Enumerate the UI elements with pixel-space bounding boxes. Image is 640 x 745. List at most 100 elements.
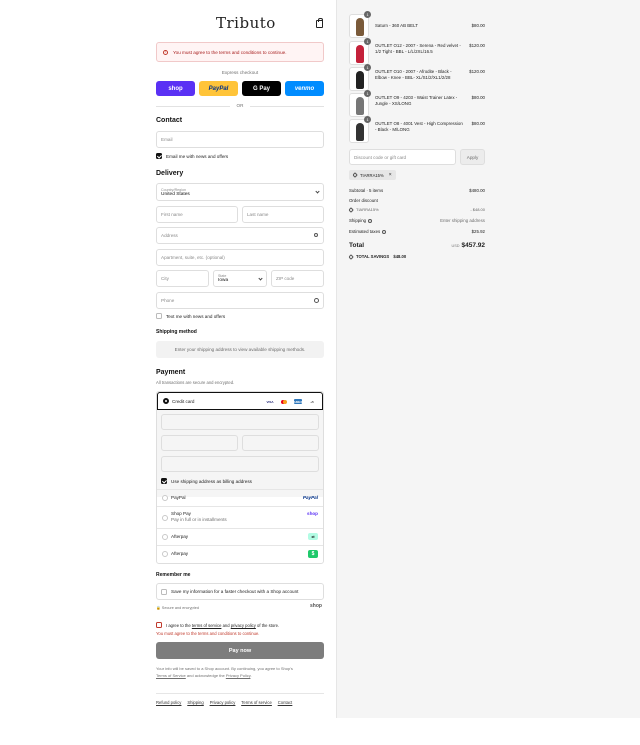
news-label: Email me with news and offers bbox=[166, 154, 229, 159]
last-name-field[interactable]: Last name bbox=[242, 206, 324, 223]
billing-same-checkbox[interactable] bbox=[161, 478, 167, 484]
shop-logo-icon: shop bbox=[310, 603, 322, 609]
express-checkout-label: Express checkout bbox=[221, 70, 259, 75]
afterpay-option-2[interactable]: Afterpay $ bbox=[157, 545, 323, 563]
name-on-card-field[interactable] bbox=[161, 456, 319, 472]
country-value: United States bbox=[161, 191, 190, 197]
city-field[interactable]: City bbox=[156, 270, 209, 287]
contact-link[interactable]: Contact bbox=[278, 700, 292, 705]
apply-button[interactable]: Apply bbox=[460, 149, 485, 165]
apartment-field[interactable]: Apartment, suite, etc. (optional) bbox=[156, 249, 324, 266]
or-divider: OR bbox=[156, 103, 324, 108]
applied-code-tag: TIARRA15% × bbox=[349, 170, 396, 180]
contact-heading: Contact bbox=[156, 117, 183, 124]
billing-same-label: Use shipping address as billing address bbox=[171, 479, 252, 484]
state-value: Iowa bbox=[218, 278, 229, 283]
shipping-link[interactable]: Shipping bbox=[187, 700, 203, 705]
remove-code-icon[interactable]: × bbox=[389, 172, 392, 178]
card-number-field[interactable] bbox=[161, 414, 319, 430]
text-offers-checkbox[interactable] bbox=[156, 313, 162, 319]
discount-code: TIARRA15% bbox=[356, 207, 379, 212]
shop-pay-option[interactable]: Shop Pay Pay in full or in installments … bbox=[157, 506, 323, 528]
phone-field[interactable]: Phone bbox=[156, 292, 324, 309]
info-icon[interactable] bbox=[368, 218, 373, 223]
save-info-option[interactable]: Save my information for a faster checkou… bbox=[156, 583, 324, 600]
paypal-label: PayPal bbox=[171, 495, 186, 500]
news-checkbox[interactable] bbox=[156, 153, 162, 159]
shipping-method-message: Enter your shipping address to view avai… bbox=[156, 341, 324, 358]
save-info-checkbox[interactable] bbox=[161, 589, 167, 595]
quantity-badge: 1 bbox=[364, 64, 371, 71]
item-name: Saturn - 360 AB BELT bbox=[375, 23, 418, 28]
shop-tos-link[interactable]: Terms of Service bbox=[156, 673, 186, 678]
expiry-field[interactable] bbox=[161, 435, 238, 451]
credit-card-radio[interactable] bbox=[163, 398, 169, 404]
subtotal-label: Subtotal · 5 items bbox=[349, 188, 384, 193]
cash-app-icon: $ bbox=[308, 550, 318, 558]
credit-card-option[interactable]: Credit card VISA AMEX +5 bbox=[157, 392, 323, 410]
save-info-label: Save my information for a faster checkou… bbox=[171, 589, 299, 594]
state-select[interactable]: State Iowa bbox=[213, 270, 267, 287]
paypal-button[interactable]: PayPal bbox=[199, 81, 238, 96]
country-select[interactable]: Country/Region United States bbox=[156, 183, 324, 201]
shop-pay-sub: Pay in full or in installments bbox=[171, 517, 227, 522]
amex-icon: AMEX bbox=[293, 399, 303, 404]
shipping-row: Shipping Enter shipping address bbox=[349, 218, 485, 223]
taxes-value: $25.92 bbox=[471, 229, 485, 234]
shop-pay-label: Shop Pay bbox=[171, 511, 191, 516]
alert-icon: ! bbox=[163, 49, 168, 55]
pay-now-button[interactable]: Pay now bbox=[156, 642, 324, 659]
terms-checkbox[interactable] bbox=[156, 622, 162, 628]
zip-field[interactable]: ZIP code bbox=[271, 270, 324, 287]
savings-value: $48.00 bbox=[393, 254, 407, 259]
credit-card-form: Use shipping address as billing address bbox=[157, 410, 323, 497]
subtotal-value: $480.00 bbox=[469, 188, 485, 193]
chevron-down-icon bbox=[258, 275, 263, 281]
shipping-label: Shipping bbox=[349, 218, 367, 223]
afterpay-option[interactable]: Afterpay ⇄ bbox=[157, 528, 323, 545]
terms-of-service-link[interactable]: Terms of service bbox=[241, 700, 271, 705]
discount-row: TIARRA15% - $48.00 bbox=[348, 207, 485, 213]
shop-pay-radio[interactable] bbox=[162, 515, 168, 521]
shop-disclaimer: Your info will be saved to a Shop accoun… bbox=[156, 666, 293, 678]
payment-methods: Credit card VISA AMEX +5 Use shipping ad… bbox=[156, 391, 324, 564]
tos-link[interactable]: terms of service bbox=[192, 623, 222, 628]
terms-error: You must agree to the terms and conditio… bbox=[156, 631, 260, 636]
afterpay-logo-icon: ⇄ bbox=[308, 533, 318, 540]
store-logo[interactable]: Tributo bbox=[216, 14, 276, 32]
discount-code-field[interactable]: Discount code or gift card bbox=[349, 149, 456, 165]
venmo-button[interactable]: venmo bbox=[285, 81, 324, 96]
savings-label: TOTAL SAVINGS bbox=[356, 254, 390, 259]
item-name: OUTLET O12 - 2007 - Serena - Red velvet … bbox=[375, 43, 461, 54]
afterpay-radio[interactable] bbox=[162, 534, 168, 540]
address-field[interactable]: Address bbox=[156, 227, 324, 244]
more-cards-icon: +5 bbox=[308, 399, 316, 404]
address-placeholder: Address bbox=[161, 233, 178, 238]
refund-policy-link[interactable]: Refund policy bbox=[156, 700, 181, 705]
item-price: $80.00 bbox=[471, 95, 485, 100]
afterpay-radio-2[interactable] bbox=[162, 551, 168, 557]
cart-bag-icon[interactable] bbox=[316, 18, 323, 28]
email-field[interactable]: Email bbox=[156, 131, 324, 148]
afterpay-label: Afterpay bbox=[171, 534, 189, 539]
google-pay-button[interactable]: G Pay bbox=[242, 81, 281, 96]
quantity-badge: 1 bbox=[364, 11, 371, 18]
privacy-link[interactable]: privacy policy bbox=[231, 623, 256, 628]
privacy-policy-link[interactable]: Privacy policy bbox=[210, 700, 236, 705]
error-banner: ! You must agree to the terms and condit… bbox=[156, 42, 324, 62]
shop-privacy-link[interactable]: Privacy Policy bbox=[226, 673, 251, 678]
afterpay-label-2: Afterpay bbox=[171, 551, 189, 556]
remember-heading: Remember me bbox=[156, 572, 191, 578]
security-code-field[interactable] bbox=[242, 435, 319, 451]
shop-pay-button[interactable]: shop bbox=[156, 81, 195, 96]
help-icon bbox=[314, 298, 319, 303]
error-banner-text: You must agree to the terms and conditio… bbox=[173, 49, 287, 55]
discount-value: - $48.00 bbox=[470, 207, 485, 212]
cart-item: 1 OUTLET O9 - 4203 - Waist Trainer Latex… bbox=[349, 90, 485, 117]
payment-heading: Payment bbox=[156, 369, 186, 376]
info-icon[interactable] bbox=[382, 229, 387, 234]
first-name-field[interactable]: First name bbox=[156, 206, 238, 223]
paypal-option[interactable]: PayPal PayPal bbox=[157, 489, 323, 506]
paypal-radio[interactable] bbox=[162, 495, 168, 501]
item-price: $120.00 bbox=[469, 69, 485, 74]
